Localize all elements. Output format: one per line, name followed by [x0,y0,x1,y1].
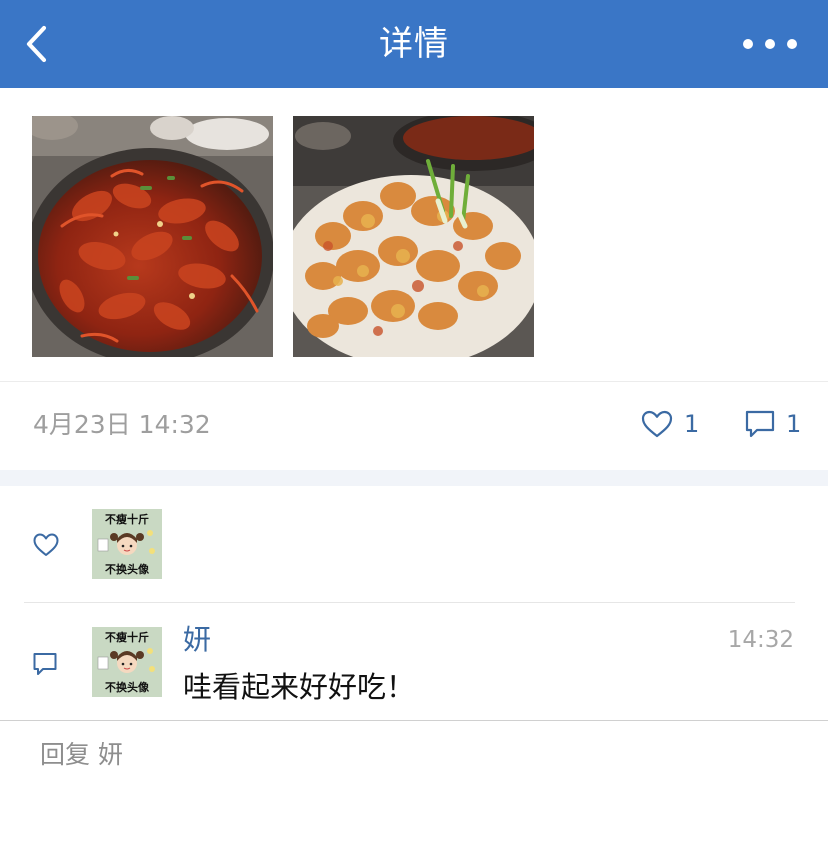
comment-username[interactable]: 妍 [183,621,211,659]
reply-input[interactable] [0,721,828,787]
post-timestamp: 4月23日 14:32 [33,410,211,439]
like-button[interactable]: 1 [640,406,699,442]
heart-outline-icon [33,533,59,556]
avatar-text-bottom: 不换头像 [105,680,150,694]
page-title: 详情 [379,24,449,64]
crayfish-spicy-photo[interactable] [32,116,273,357]
comment-item: 不瘦十斤 不换头像 妍 14:32 哇看起来好好吃！ [0,603,828,720]
avatar[interactable]: 不瘦十斤 不换头像 [92,627,162,697]
comment-count: 1 [786,410,802,438]
heart-outline-icon [641,410,673,438]
post-meta: 4月23日 14:32 1 1 [0,382,828,470]
avatar-text-top: 不瘦十斤 [105,512,149,526]
comment-bubble-icon [745,410,775,438]
crayfish-fried-photo[interactable] [293,116,534,357]
like-count: 1 [684,410,700,438]
likes-list: 不瘦十斤 不换头像 [0,486,828,602]
more-button[interactable] [740,30,800,58]
avatar[interactable]: 不瘦十斤 不换头像 [92,509,162,579]
avatar-text-top: 不瘦十斤 [105,630,149,644]
comment-time: 14:32 [727,627,794,653]
comment-bubble-icon [33,653,57,675]
avatar-text-bottom: 不换头像 [105,562,150,576]
more-horizontal-icon [743,39,797,49]
section-separator [0,470,828,486]
nav-bar: 详情 [0,0,828,88]
comment-text: 哇看起来好好吃！ [183,670,416,704]
comment-button[interactable]: 1 [744,406,801,442]
